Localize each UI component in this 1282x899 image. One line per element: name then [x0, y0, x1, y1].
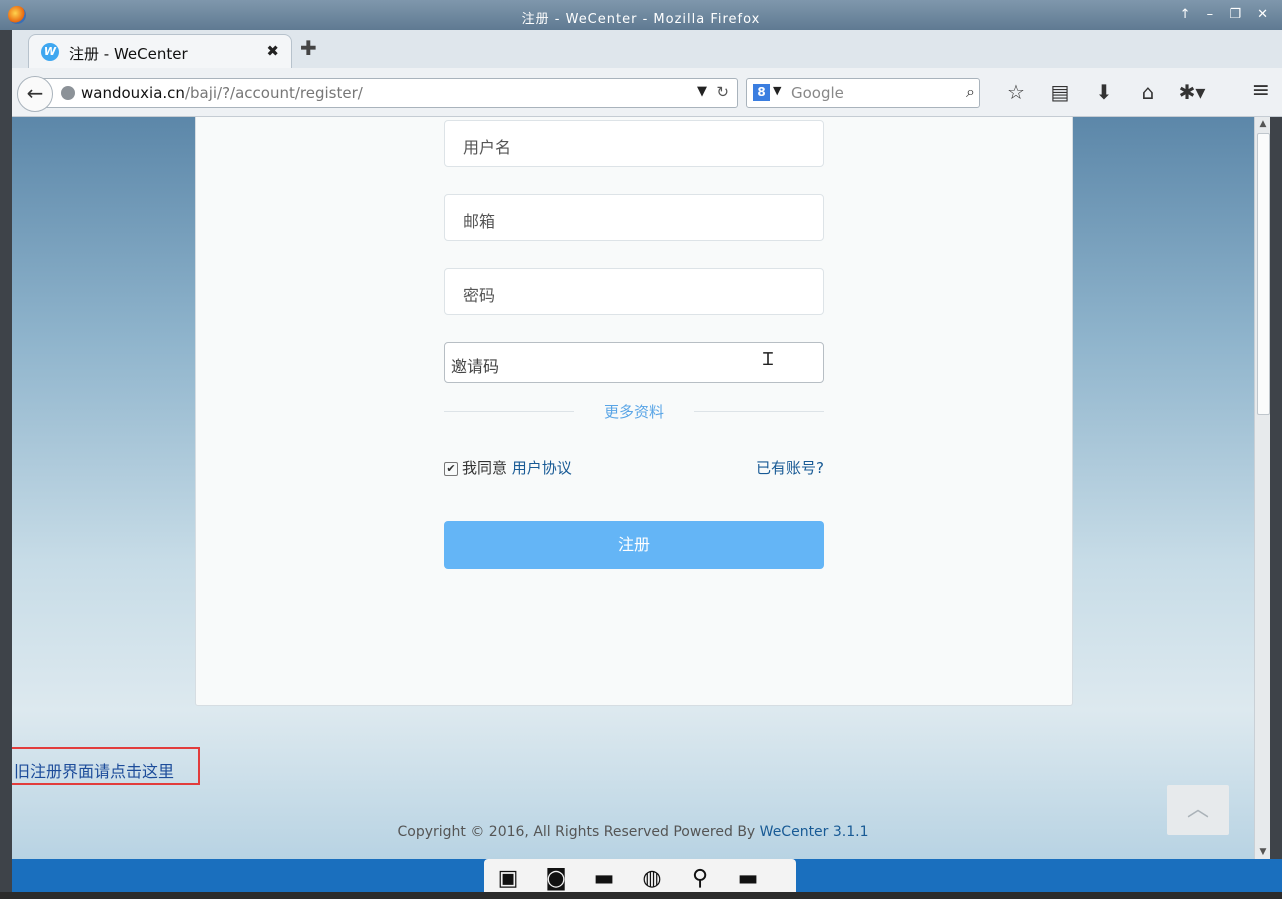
- url-text[interactable]: wandouxia.cn/baji/?/account/register/: [81, 84, 363, 102]
- email-placeholder: 邮箱: [463, 212, 496, 231]
- reading-list-icon[interactable]: ▤: [1038, 80, 1082, 104]
- user-agreement-link[interactable]: 用户协议: [512, 459, 572, 477]
- terminal-icon[interactable]: ◙: [532, 859, 580, 899]
- toolbar-icons: ☆ ▤ ⬇ ⌂ ✱▾: [994, 80, 1214, 104]
- copyright-text: Copyright © 2016, All Rights Reserved Po…: [397, 824, 756, 840]
- agreement-row: ✔ 我同意 用户协议: [444, 457, 572, 478]
- register-card: 用户名 邮箱 密码 邀请码 Ɪ 更多资料 ✔ 我同意 用户协议 已有账号? 注册: [195, 117, 1073, 706]
- window-right-edge: [1270, 117, 1282, 859]
- taskbar: ▣ ◙ ▬ ◍ ⚲ ▬: [12, 859, 1282, 892]
- footer-copyright: Copyright © 2016, All Rights Reserved Po…: [12, 824, 1254, 840]
- login-row: 已有账号?: [746, 457, 824, 478]
- extension-icon[interactable]: ✱▾: [1170, 80, 1214, 104]
- old-register-link[interactable]: 旧注册界面请点击这里: [14, 758, 174, 782]
- url-history-dropdown-icon[interactable]: ▼: [697, 84, 707, 99]
- window-left-edge: [0, 30, 12, 892]
- taskbar-launcher: ▣ ◙ ▬ ◍ ⚲ ▬: [484, 859, 796, 892]
- browser-globe-icon[interactable]: ◍: [628, 859, 676, 899]
- old-register-highlight: 旧注册界面请点击这里: [12, 747, 200, 785]
- globe-icon: [61, 86, 75, 100]
- email-field[interactable]: 邮箱: [444, 194, 824, 241]
- reload-icon[interactable]: ↻: [716, 83, 729, 101]
- page-viewport: 用户名 邮箱 密码 邀请码 Ɪ 更多资料 ✔ 我同意 用户协议 已有账号? 注册 …: [12, 117, 1254, 859]
- have-account-link[interactable]: 已有账号?: [756, 459, 824, 477]
- scrollbar-thumb[interactable]: [1257, 133, 1270, 415]
- back-arrow-icon: ←: [26, 81, 44, 105]
- window-title: 注册 - WeCenter - Mozilla Firefox: [521, 12, 761, 27]
- search-engine-icon[interactable]: 8: [753, 84, 770, 101]
- tab-label: 注册 - WeCenter: [69, 45, 188, 63]
- username-placeholder: 用户名: [463, 138, 512, 157]
- invite-code-field[interactable]: 邀请码 Ɪ: [444, 342, 824, 383]
- navigation-toolbar: wandouxia.cn/baji/?/account/register/ ▼ …: [12, 68, 1282, 117]
- scroll-down-icon[interactable]: ▼: [1255, 847, 1271, 857]
- files-icon[interactable]: ▬: [724, 859, 772, 899]
- scroll-up-icon[interactable]: ▲: [1255, 119, 1271, 129]
- text-cursor-icon: Ɪ: [762, 349, 773, 370]
- wecenter-favicon-icon: W: [41, 43, 59, 61]
- register-button[interactable]: 注册: [444, 521, 824, 569]
- search-bar[interactable]: 8 ▼ Google ⌕: [746, 78, 980, 108]
- tab-close-icon[interactable]: ✖: [266, 42, 279, 60]
- vertical-scrollbar[interactable]: ▲ ▼: [1254, 117, 1271, 859]
- window-titlebar: 注册 - WeCenter - Mozilla Firefox ↑ – ❐ ✕: [0, 0, 1282, 30]
- magnifier-icon[interactable]: ⚲: [676, 859, 724, 899]
- tab-register[interactable]: W 注册 - WeCenter ✖: [28, 34, 292, 69]
- home-icon[interactable]: ⌂: [1126, 80, 1170, 104]
- more-info-divider: 更多资料: [444, 400, 824, 422]
- search-input[interactable]: Google: [791, 84, 844, 102]
- password-field[interactable]: 密码: [444, 268, 824, 315]
- agree-text: 我同意: [462, 459, 508, 477]
- star-icon[interactable]: ☆: [994, 80, 1038, 104]
- url-bar[interactable]: wandouxia.cn/baji/?/account/register/ ▼ …: [40, 78, 738, 108]
- invite-code-placeholder: 邀请码: [451, 357, 500, 376]
- url-host: wandouxia.cn: [81, 84, 185, 102]
- search-engine-dropdown-icon[interactable]: ▼: [773, 84, 781, 97]
- password-placeholder: 密码: [463, 286, 496, 305]
- menu-icon[interactable]: ≡: [1252, 78, 1270, 103]
- download-icon[interactable]: ⬇: [1082, 80, 1126, 104]
- binoculars-icon[interactable]: ⌕: [966, 82, 975, 102]
- tab-bar: W 注册 - WeCenter ✖ ✚: [12, 30, 1282, 69]
- folder-icon[interactable]: ▬: [580, 859, 628, 899]
- window-controls[interactable]: ↑ – ❐ ✕: [1180, 7, 1274, 22]
- url-path: /baji/?/account/register/: [184, 84, 363, 102]
- more-info-link[interactable]: 更多资料: [444, 401, 824, 422]
- chevron-up-icon: ︿: [1186, 797, 1209, 822]
- wecenter-link[interactable]: WeCenter 3.1.1: [760, 824, 869, 840]
- save-icon[interactable]: ▣: [484, 859, 532, 899]
- agree-checkbox[interactable]: ✔: [444, 462, 458, 476]
- new-tab-icon[interactable]: ✚: [300, 36, 317, 60]
- username-field[interactable]: 用户名: [444, 120, 824, 167]
- back-button[interactable]: ←: [17, 76, 53, 112]
